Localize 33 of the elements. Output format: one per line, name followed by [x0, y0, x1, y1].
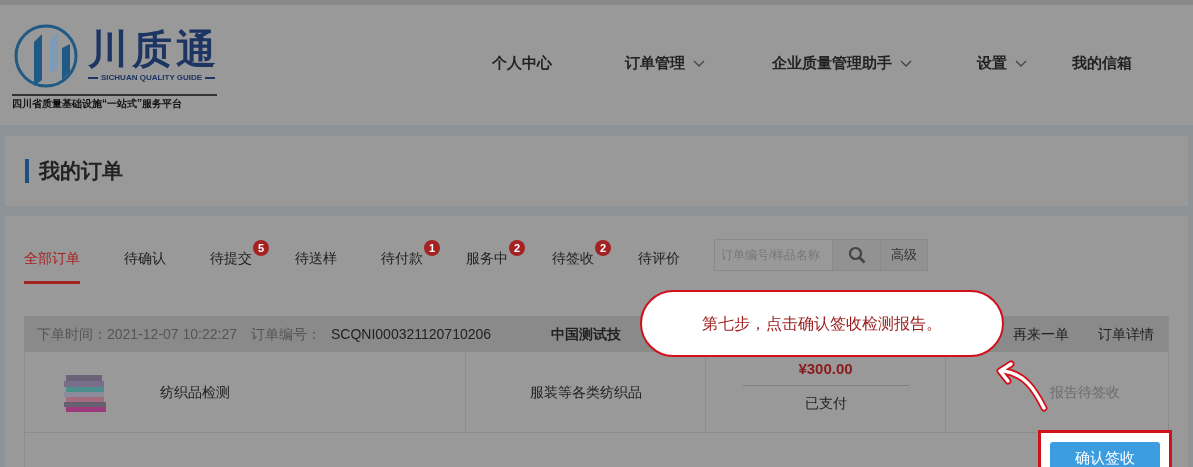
product-category: 服装等各类纺织品	[529, 382, 642, 402]
search-button[interactable]	[833, 239, 880, 271]
order-tab[interactable]: 待确认	[124, 238, 166, 284]
price: ¥300.00	[798, 359, 853, 379]
advanced-button[interactable]: 高级	[880, 239, 928, 271]
search-icon	[847, 246, 866, 264]
order-action-link[interactable]: 再来一单	[1013, 324, 1069, 345]
lab-name: 中国测试技	[551, 325, 622, 344]
nav-item[interactable]: 企业质量管理助手	[737, 51, 947, 75]
nav-item[interactable]: 我的信箱	[1057, 51, 1147, 75]
nav-item[interactable]: 设置	[947, 51, 1057, 75]
count-badge: 2	[509, 240, 525, 256]
logo-slogan: 四川省质量基础设施“一站式”服务平台	[12, 96, 183, 111]
order-action-link[interactable]: 订单详情	[1098, 324, 1154, 345]
order-number: SCQNI000321120710206	[331, 325, 492, 344]
order-tab[interactable]: 服务中	[466, 238, 508, 284]
order-tab[interactable]: 待签收	[552, 238, 594, 284]
order-tab[interactable]: 待付款	[381, 238, 423, 284]
count-badge: 1	[424, 240, 440, 256]
order-tab[interactable]: 待送样	[295, 238, 337, 284]
nav-item[interactable]: 个人中心	[452, 51, 592, 75]
confirm-receipt-button[interactable]: 确认签收	[1050, 442, 1160, 467]
page-title: 我的订单	[39, 158, 123, 185]
logo-title: 川质通	[88, 25, 220, 72]
count-badge: 2	[595, 240, 611, 256]
order-tab[interactable]: 待提交	[210, 238, 252, 284]
logo-subtitle: SICHUAN QUALITY GUIDE	[101, 71, 203, 84]
payment-status: 已支付	[804, 393, 847, 413]
order-tab[interactable]: 待评价	[638, 238, 680, 284]
callout-bubble: 第七步，点击确认签收检测报告。	[640, 290, 1004, 357]
count-badge: 5	[253, 240, 269, 256]
nav-item[interactable]: 订单管理	[592, 51, 737, 75]
product-name: 纺织品检测	[160, 382, 230, 402]
